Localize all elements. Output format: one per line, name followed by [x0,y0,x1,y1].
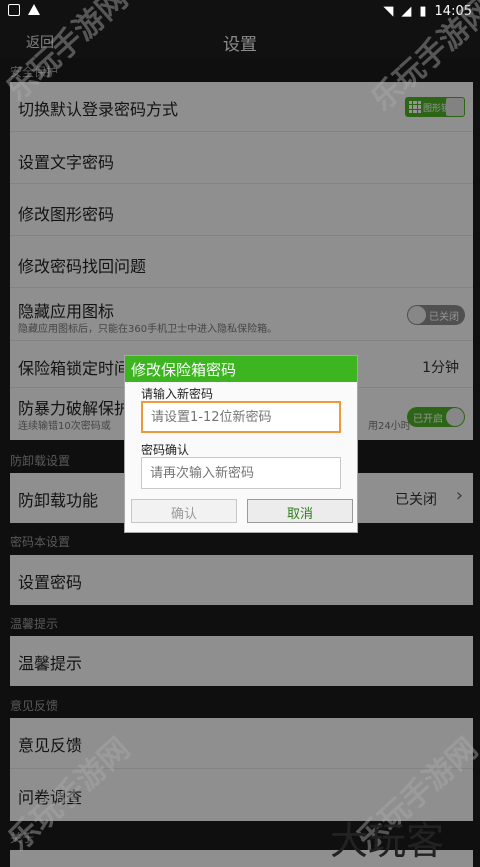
signal-icon: ◢ [401,4,412,19]
cancel-button[interactable]: 取消 [247,499,353,523]
battery-icon: ▮ [419,4,427,19]
confirm-password-input[interactable] [141,457,341,489]
dialog-title: 修改保险箱密码 [125,356,357,382]
confirm-password-label: 密码确认 [141,443,190,457]
alert-icon [28,4,40,15]
notification-icon [8,4,20,16]
watermark-logo: 大玩客 [330,819,445,863]
wifi-icon: ◥ [383,4,394,19]
confirm-button[interactable]: 确认 [131,499,237,523]
change-password-dialog: 修改保险箱密码 请输入新密码 密码确认 确认 取消 [124,355,358,533]
new-password-label: 请输入新密码 [141,387,214,401]
new-password-input[interactable] [141,401,341,433]
